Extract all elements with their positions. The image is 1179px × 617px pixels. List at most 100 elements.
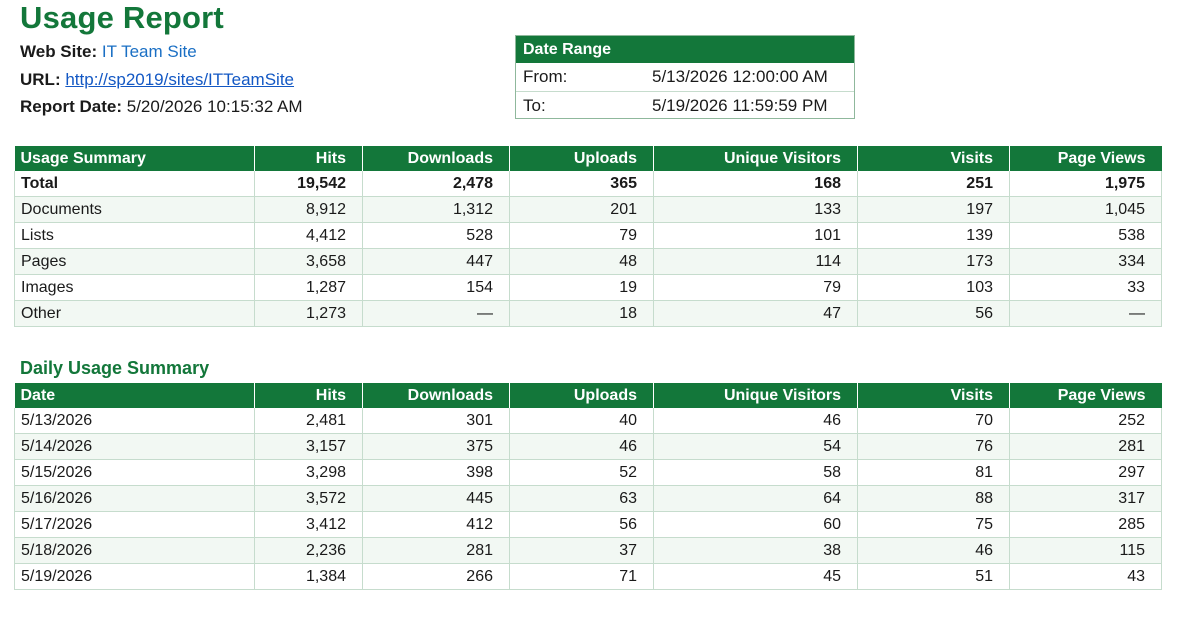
usage-summary-cell: 19 <box>509 274 654 301</box>
usage-summary-cell: 365 <box>509 171 654 197</box>
daily-usage-column-header: Date <box>14 383 255 408</box>
usage-summary-cell: 538 <box>1009 222 1162 249</box>
daily-usage-cell: 81 <box>857 459 1010 486</box>
usage-summary-cell: 1,975 <box>1009 171 1162 197</box>
usage-summary-row: Images 1,287 154 19 79 103 33 <box>14 274 1162 301</box>
usage-summary-cell: 528 <box>362 222 510 249</box>
usage-summary-cell: Pages <box>14 248 255 275</box>
from-value: 5/13/2026 12:00:00 AM <box>652 67 828 86</box>
usage-summary-cell: 173 <box>857 248 1010 275</box>
daily-usage-cell: 46 <box>857 537 1010 564</box>
daily-usage-cell: 5/14/2026 <box>14 433 255 460</box>
usage-summary-cell: 139 <box>857 222 1010 249</box>
usage-summary-cell: Lists <box>14 222 255 249</box>
usage-summary-cell: 197 <box>857 196 1010 223</box>
usage-summary-cell: 114 <box>653 248 858 275</box>
daily-usage-cell: 54 <box>653 433 858 460</box>
usage-summary-cell: 1,287 <box>254 274 363 301</box>
site-url-link[interactable]: http://sp2019/sites/ITTeamSite <box>65 70 294 89</box>
usage-summary-column-header: Visits <box>857 146 1010 171</box>
usage-summary-cell: 1,312 <box>362 196 510 223</box>
usage-summary-cell: 47 <box>653 300 858 327</box>
daily-usage-cell: 5/18/2026 <box>14 537 255 564</box>
from-label: From: <box>523 67 568 86</box>
daily-usage-cell: 297 <box>1009 459 1162 486</box>
usage-summary-header-row: Usage Summary Hits Downloads Uploads Unique … <box>14 146 1162 171</box>
usage-summary-cell: Other <box>14 300 255 327</box>
usage-summary-cell: 79 <box>509 222 654 249</box>
daily-usage-cell: 88 <box>857 485 1010 512</box>
daily-usage-cell: 266 <box>362 563 510 590</box>
daily-usage-cell: 3,298 <box>254 459 363 486</box>
daily-usage-row: 5/17/2026 3,412 412 56 60 75 285 <box>14 511 1162 538</box>
usage-summary-cell: 201 <box>509 196 654 223</box>
daily-usage-cell: 375 <box>362 433 510 460</box>
daily-usage-cell: 412 <box>362 511 510 538</box>
usage-summary-row: Lists 4,412 528 79 101 139 538 <box>14 222 1162 249</box>
date-range-to-row: To: 5/19/2026 11:59:59 PM <box>516 91 854 120</box>
daily-usage-cell: 5/15/2026 <box>14 459 255 486</box>
daily-usage-cell: 5/19/2026 <box>14 563 255 590</box>
daily-usage-cell: 252 <box>1009 408 1162 434</box>
daily-usage-cell: 56 <box>509 511 654 538</box>
usage-summary-column-header: Uploads <box>509 146 654 171</box>
daily-usage-cell: 285 <box>1009 511 1162 538</box>
usage-summary-cell: 33 <box>1009 274 1162 301</box>
web-site-line: Web Site: IT Team Site <box>20 42 197 62</box>
usage-summary-cell: 4,412 <box>254 222 363 249</box>
daily-usage-cell: 5/13/2026 <box>14 408 255 434</box>
usage-summary-cell: 56 <box>857 300 1010 327</box>
report-date-value: 5/20/2026 10:15:32 AM <box>126 97 303 116</box>
url-label: URL: <box>20 70 61 89</box>
usage-summary-row: Documents 8,912 1,312 201 133 197 1,045 <box>14 196 1162 223</box>
daily-usage-cell: 70 <box>857 408 1010 434</box>
daily-usage-table: Date Hits Downloads Uploads Unique Visitors V… <box>14 383 1162 590</box>
usage-summary-cell: 251 <box>857 171 1010 197</box>
url-line: URL: http://sp2019/sites/ITTeamSite <box>20 70 294 90</box>
daily-usage-cell: 46 <box>653 408 858 434</box>
usage-summary-cell: Documents <box>14 196 255 223</box>
daily-usage-cell: 2,481 <box>254 408 363 434</box>
usage-summary-cell: 133 <box>653 196 858 223</box>
usage-summary-cell: 103 <box>857 274 1010 301</box>
daily-usage-body: 5/13/2026 2,481 301 40 46 70 252 5/14/2026 3,157… <box>14 408 1162 590</box>
daily-usage-header-row: Date Hits Downloads Uploads Unique Visitors V… <box>14 383 1162 408</box>
report-title: Usage Report <box>20 0 224 35</box>
usage-summary-row: Other 1,273—18 47 56— <box>14 300 1162 327</box>
usage-summary-cell: 48 <box>509 248 654 275</box>
usage-summary-cell: 154 <box>362 274 510 301</box>
daily-usage-title: Daily Usage Summary <box>20 358 210 378</box>
usage-summary-row: Pages 3,658 447 48 114 173 334 <box>14 248 1162 275</box>
daily-usage-cell: 63 <box>509 485 654 512</box>
daily-usage-cell: 64 <box>653 485 858 512</box>
usage-summary-cell: 334 <box>1009 248 1162 275</box>
to-value: 5/19/2026 11:59:59 PM <box>652 96 828 115</box>
daily-usage-column-header: Uploads <box>509 383 654 408</box>
daily-usage-cell: 37 <box>509 537 654 564</box>
usage-summary-column-header: Hits <box>254 146 363 171</box>
to-label: To: <box>523 96 546 115</box>
usage-summary-cell: 3,658 <box>254 248 363 275</box>
usage-summary-cell: 8,912 <box>254 196 363 223</box>
daily-usage-cell: 281 <box>1009 433 1162 460</box>
usage-summary-cell: Images <box>14 274 255 301</box>
daily-usage-row: 5/19/2026 1,384 266 71 45 51 43 <box>14 563 1162 590</box>
daily-usage-cell: 51 <box>857 563 1010 590</box>
usage-summary-cell: — <box>1009 300 1162 327</box>
daily-usage-cell: 71 <box>509 563 654 590</box>
usage-summary-body: Total 19,542 2,478 365 168 251 1,975 Documents 8… <box>14 171 1162 327</box>
daily-usage-cell: 317 <box>1009 485 1162 512</box>
usage-summary-cell: Total <box>14 171 255 197</box>
date-range-header: Date Range <box>516 36 854 63</box>
daily-usage-cell: 5/16/2026 <box>14 485 255 512</box>
usage-summary-cell: 101 <box>653 222 858 249</box>
daily-usage-column-header: Downloads <box>362 383 510 408</box>
usage-summary-cell: 19,542 <box>254 171 363 197</box>
daily-usage-cell: 3,412 <box>254 511 363 538</box>
daily-usage-cell: 3,572 <box>254 485 363 512</box>
usage-summary-cell: — <box>362 300 510 327</box>
daily-usage-column-header: Page Views <box>1009 383 1162 408</box>
daily-usage-cell: 5/17/2026 <box>14 511 255 538</box>
date-range-from-row: From: 5/13/2026 12:00:00 AM <box>516 63 854 91</box>
usage-summary-total-row: Total 19,542 2,478 365 168 251 1,975 <box>14 171 1162 197</box>
